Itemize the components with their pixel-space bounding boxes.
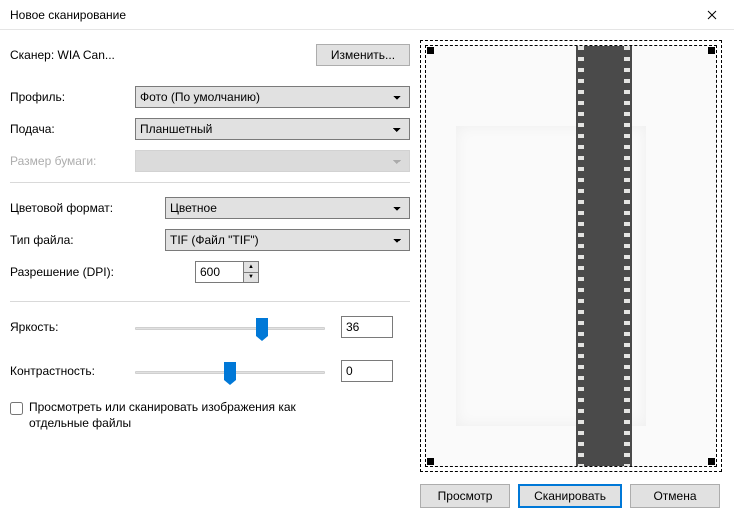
- color-format-select[interactable]: Цветное: [165, 197, 410, 219]
- scanner-label: Сканер: WIA Can...: [10, 48, 316, 62]
- cancel-button[interactable]: Отмена: [630, 484, 720, 508]
- file-type-select[interactable]: TIF (Файл "TIF"): [165, 229, 410, 251]
- crop-handle[interactable]: [708, 458, 715, 465]
- profile-select[interactable]: Фото (По умолчанию): [135, 86, 410, 108]
- paper-size-label: Размер бумаги:: [10, 154, 135, 168]
- close-icon: [707, 10, 717, 20]
- separator: [10, 182, 410, 183]
- spin-down-icon[interactable]: ▼: [244, 273, 258, 283]
- contrast-label: Контрастность:: [10, 364, 135, 378]
- separator: [10, 301, 410, 302]
- source-label: Подача:: [10, 122, 135, 136]
- brightness-label: Яркость:: [10, 320, 135, 334]
- separate-files-label: Просмотреть или сканировать изображения …: [29, 400, 329, 431]
- crop-selection[interactable]: [425, 45, 717, 467]
- slider-thumb[interactable]: [256, 318, 268, 336]
- title-bar: Новое сканирование: [0, 0, 734, 30]
- profile-label: Профиль:: [10, 90, 135, 104]
- resolution-label: Разрешение (DPI):: [10, 265, 195, 279]
- crop-handle[interactable]: [427, 47, 434, 54]
- spin-up-icon[interactable]: ▲: [244, 262, 258, 273]
- close-button[interactable]: [689, 0, 734, 30]
- crop-handle[interactable]: [427, 458, 434, 465]
- contrast-input[interactable]: [341, 360, 393, 382]
- preview-area[interactable]: [420, 40, 722, 472]
- brightness-slider[interactable]: [135, 316, 325, 338]
- brightness-input[interactable]: [341, 316, 393, 338]
- source-select[interactable]: Планшетный: [135, 118, 410, 140]
- change-scanner-button[interactable]: Изменить...: [316, 44, 410, 66]
- dialog-footer: Просмотр Сканировать Отмена: [420, 484, 722, 508]
- color-format-label: Цветовой формат:: [10, 201, 165, 215]
- window-title: Новое сканирование: [10, 8, 689, 22]
- resolution-stepper[interactable]: ▲ ▼: [195, 261, 259, 283]
- contrast-slider[interactable]: [135, 360, 325, 382]
- crop-handle[interactable]: [708, 47, 715, 54]
- file-type-label: Тип файла:: [10, 233, 165, 247]
- settings-panel: Сканер: WIA Can... Изменить... Профиль: …: [0, 30, 420, 518]
- preview-button[interactable]: Просмотр: [420, 484, 510, 508]
- resolution-input[interactable]: [195, 261, 243, 283]
- film-strip-image: [576, 46, 632, 466]
- slider-track: [135, 327, 325, 330]
- slider-thumb[interactable]: [224, 362, 236, 380]
- paper-size-select: [135, 150, 410, 172]
- separate-files-checkbox[interactable]: [10, 402, 23, 415]
- scan-button[interactable]: Сканировать: [518, 484, 622, 508]
